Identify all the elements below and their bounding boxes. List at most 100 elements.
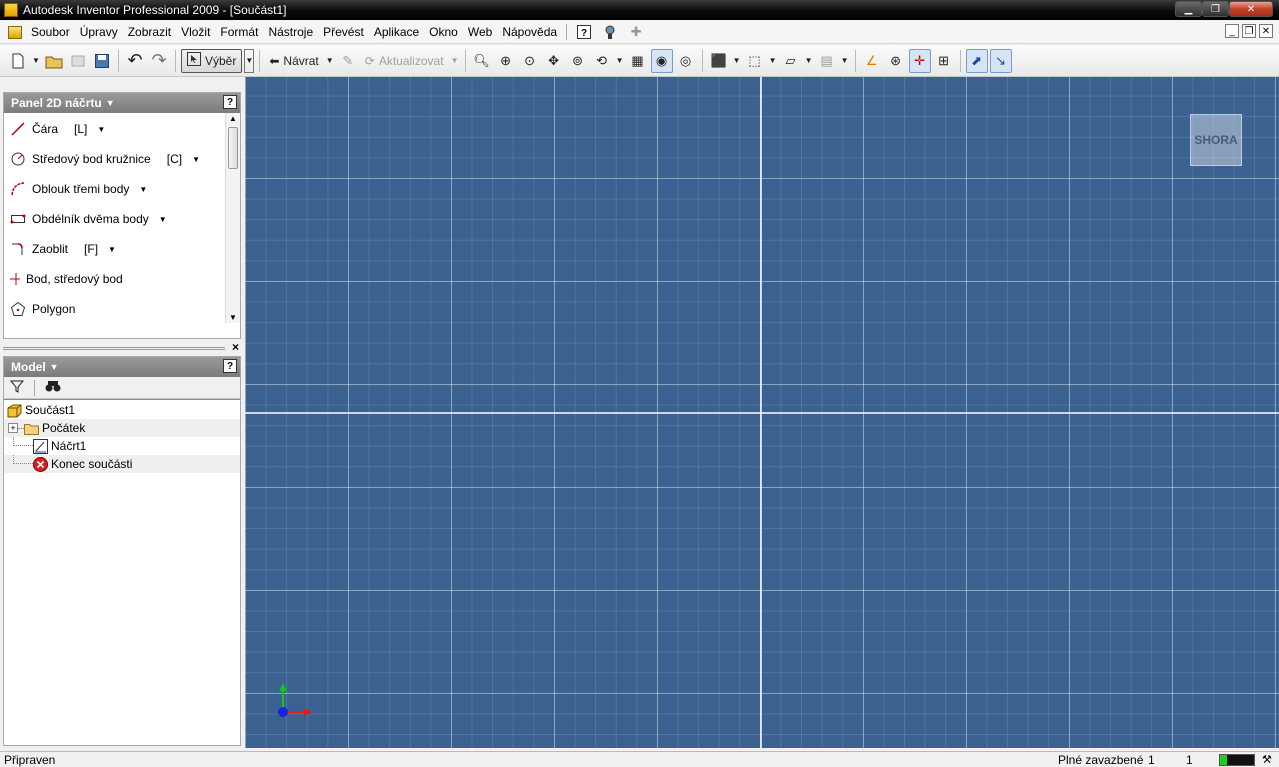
slice-graphics-icon[interactable]: ∠ [861, 49, 883, 73]
menu-prevest[interactable]: Převést [318, 25, 369, 39]
tree-label: Počátek [42, 421, 86, 435]
rotate-icon[interactable]: ⟲ [591, 49, 613, 73]
scroll-up-icon[interactable]: ▲ [229, 114, 237, 123]
display-mode-icon[interactable]: ⬛ [708, 49, 730, 73]
return-button[interactable]: ⬅ Návrat [265, 49, 322, 73]
return-label: Návrat [283, 53, 319, 68]
rotate-dropdown-icon[interactable]: ▼ [615, 49, 625, 73]
document-icon[interactable] [8, 25, 22, 39]
new-dropdown-icon[interactable]: ▼ [31, 49, 41, 73]
tool-point[interactable]: Bod, středový bod [10, 271, 123, 287]
zoom-window-icon[interactable]: ⊕ [495, 49, 517, 73]
status-grip-icon[interactable]: ⚒ [1262, 753, 1272, 766]
scroll-thumb[interactable] [228, 127, 238, 169]
restore-icon[interactable]: ❐ [1202, 1, 1229, 17]
save-icon[interactable] [91, 49, 113, 73]
menu-zobrazit[interactable]: Zobrazit [123, 25, 176, 39]
select-button[interactable]: Výběr [181, 48, 243, 73]
panel-splitter[interactable]: × [3, 340, 241, 354]
tool-two-point-rectangle[interactable]: Obdélník dvěma body ▼ [10, 211, 167, 227]
select-sketch-icon[interactable]: ⬈ [965, 48, 988, 73]
select-dropdown-icon[interactable]: ▼ [244, 48, 255, 73]
menu-napoveda[interactable]: Nápověda [497, 25, 562, 39]
update-button[interactable]: ⟳ Aktualizovat [361, 49, 448, 73]
menu-web[interactable]: Web [463, 25, 497, 39]
pan-icon[interactable]: ✥ [543, 49, 565, 73]
tree-node-end-of-part[interactable]: Konec součásti [4, 455, 240, 473]
orthographic-icon[interactable]: ⬚ [744, 49, 766, 73]
expand-icon[interactable]: + [8, 423, 18, 433]
shadow-dropdown-icon[interactable]: ▼ [804, 49, 814, 73]
quarter-section-dropdown-icon[interactable]: ▼ [840, 49, 850, 73]
select-face-icon[interactable]: ↘ [989, 48, 1012, 73]
new-file-icon[interactable] [7, 49, 29, 73]
zoom-all-icon[interactable]: 🔍︎ [471, 49, 493, 73]
menu-okno[interactable]: Okno [424, 25, 463, 39]
close-icon[interactable]: × [232, 340, 239, 354]
zoom-selected-icon[interactable]: ⊚ [567, 49, 589, 73]
menu-upravy[interactable]: Úpravy [75, 25, 123, 39]
model-panel-header[interactable]: Model ▼ ? [4, 357, 240, 377]
plus-icon[interactable]: ✚ [627, 23, 645, 41]
display-mode-dropdown-icon[interactable]: ▼ [732, 49, 742, 73]
title-bar: Autodesk Inventor Professional 2009 - [S… [0, 0, 1279, 20]
dimension-display-icon[interactable]: ⊞ [933, 49, 955, 73]
menu-aplikace[interactable]: Aplikace [369, 25, 424, 39]
tree-node-part[interactable]: Součást1 [4, 401, 240, 419]
look-at-icon[interactable]: ▦ [627, 49, 649, 73]
help-icon[interactable]: ? [223, 359, 237, 373]
fillet-icon [10, 241, 26, 257]
return-dropdown-icon[interactable]: ▼ [325, 49, 335, 73]
shaded-display-icon[interactable]: ◉ [650, 48, 673, 73]
find-icon[interactable] [45, 379, 61, 396]
menu-format[interactable]: Formát [215, 25, 263, 39]
menu-nastroje[interactable]: Nástroje [263, 25, 318, 39]
close-icon[interactable]: ✕ [1229, 1, 1273, 17]
scroll-down-icon[interactable]: ▼ [229, 313, 237, 322]
viewcube-label: SHORA [1194, 133, 1238, 147]
sketch-update-icon[interactable]: ✎ [337, 49, 359, 73]
help-icon[interactable]: ? [223, 95, 237, 109]
tool-line[interactable]: Čára [L] ▼ [10, 121, 105, 137]
chevron-down-icon[interactable]: ▼ [139, 185, 147, 194]
sketch-center-icon[interactable]: ✛ [908, 48, 931, 73]
tree-node-sketch[interactable]: Náčrt1 [4, 437, 240, 455]
camera-icon[interactable]: ◎ [675, 49, 697, 73]
tool-three-point-arc[interactable]: Oblouk třemi body ▼ [10, 181, 147, 197]
tree-label: Náčrt1 [51, 439, 87, 453]
filter-icon[interactable] [9, 379, 25, 396]
chevron-down-icon: ▼ [105, 98, 115, 108]
menu-vlozit[interactable]: Vložit [176, 25, 215, 39]
undo-icon[interactable]: ↶ [124, 49, 146, 73]
menu-soubor[interactable]: Soubor [26, 25, 75, 39]
update-dropdown-icon[interactable]: ▼ [450, 49, 460, 73]
tool-fillet[interactable]: Zaoblit [F] ▼ [10, 241, 116, 257]
tool-center-circle[interactable]: Středový bod kružnice [C] ▼ [10, 151, 200, 167]
degrees-of-freedom-icon[interactable]: ⊛ [885, 49, 907, 73]
tool-label: Čára [32, 122, 59, 136]
zoom-icon[interactable]: ⊙ [519, 49, 541, 73]
orthographic-dropdown-icon[interactable]: ▼ [768, 49, 778, 73]
help-icon[interactable]: ? [575, 23, 593, 41]
chevron-down-icon[interactable]: ▼ [97, 125, 105, 134]
tree-node-origin[interactable]: + Počátek [4, 419, 240, 437]
tutorial-icon[interactable] [601, 23, 619, 41]
open-icon[interactable] [43, 49, 65, 73]
sketch-panel-scrollbar[interactable]: ▲ ▼ [225, 113, 240, 323]
chevron-down-icon[interactable]: ▼ [192, 155, 200, 164]
shadow-icon[interactable]: ▱ [780, 49, 802, 73]
tool-polygon[interactable]: Polygon [10, 301, 75, 317]
chevron-down-icon[interactable]: ▼ [159, 215, 167, 224]
quarter-section-icon[interactable]: ▤ [816, 49, 838, 73]
chevron-down-icon[interactable]: ▼ [108, 245, 116, 254]
redo-icon[interactable]: ↷ [148, 49, 170, 73]
model-toolbar [4, 377, 240, 399]
doc-close-icon[interactable]: ✕ [1259, 24, 1273, 38]
project-icon[interactable] [67, 49, 89, 73]
graphics-viewport[interactable]: SHORA [245, 77, 1279, 748]
sketch-panel-header[interactable]: Panel 2D náčrtu ▼ ? [4, 93, 240, 113]
minimize-icon[interactable]: ▁ [1175, 1, 1202, 17]
viewcube[interactable]: SHORA [1190, 114, 1242, 166]
doc-minimize-icon[interactable]: _ [1225, 24, 1239, 38]
doc-restore-icon[interactable]: ❐ [1242, 24, 1256, 38]
